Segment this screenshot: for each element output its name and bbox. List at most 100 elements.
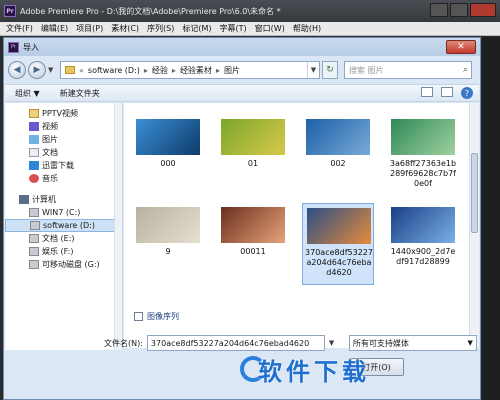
address-bar[interactable]: « software (D:) ▸ 经验 ▸ 经验素材 ▸ 图片 ▼ (60, 61, 320, 79)
breadcrumb-separator-icon[interactable]: ▸ (144, 66, 148, 75)
image-sequence-checkbox[interactable] (134, 312, 143, 321)
file-list-scrollbar[interactable] (469, 103, 479, 348)
filename-dropdown-icon[interactable]: ▼ (329, 339, 339, 347)
file-item[interactable]: 3a68ff27363e1b289f69628c7b7f0e0f (387, 115, 459, 197)
sidebar-item-label: WIN7 (C:) (42, 208, 81, 217)
sidebar-item-computer[interactable]: 计算机 (5, 193, 122, 206)
download-icon (29, 161, 39, 170)
computer-icon (19, 195, 29, 204)
sidebar-scrollbar[interactable] (114, 103, 122, 350)
menu-edit[interactable]: 编辑(E) (37, 23, 72, 34)
file-item[interactable]: 002 (302, 115, 374, 197)
dialog-titlebar: Pr 导入 ✕ (4, 38, 480, 56)
file-name: 1440x900_2d7edf917d28899 (390, 247, 456, 266)
sidebar-item-drive-e[interactable]: 文档 (E:) (5, 232, 122, 245)
menu-project[interactable]: 项目(P) (72, 23, 107, 34)
file-item[interactable]: 9 (132, 203, 204, 285)
address-dropdown-icon[interactable]: ▼ (307, 62, 319, 78)
file-thumbnail (221, 207, 285, 243)
file-name: 00011 (240, 247, 266, 256)
search-input[interactable]: 搜索 图片 ⌕ (344, 61, 472, 79)
dialog-close-button[interactable]: ✕ (446, 40, 476, 54)
image-sequence-option: 图像序列 (134, 311, 179, 322)
app-window-controls (430, 3, 496, 17)
filename-row: 文件名(N): 370ace8df53227a204d64c76ebad4620… (104, 335, 477, 351)
sidebar-item-videos[interactable]: 视频 (5, 120, 122, 133)
file-type-value: 所有可支持媒体 (352, 338, 409, 348)
filename-input[interactable]: 370ace8df53227a204d64c76ebad4620 (146, 335, 325, 351)
filename-value: 370ace8df53227a204d64c76ebad4620 (150, 338, 310, 348)
sidebar-item-music[interactable]: 音乐 (5, 172, 122, 185)
view-options-icon[interactable] (421, 87, 433, 97)
minimize-button[interactable] (430, 3, 448, 17)
file-thumbnail (391, 119, 455, 155)
drive-icon (30, 221, 40, 230)
breadcrumb-separator-icon[interactable]: ▸ (216, 66, 220, 75)
sidebar-item-drive-d[interactable]: software (D:) (5, 219, 122, 232)
menu-clip[interactable]: 素材(C) (107, 23, 143, 34)
sidebar-item-drive-g[interactable]: 可移动磁盘 (G:) (5, 258, 122, 271)
app-close-button[interactable] (470, 3, 496, 17)
app-title: Adobe Premiere Pro - D:\我的文档\Adobe\Premi… (20, 6, 281, 16)
new-folder-button[interactable]: 新建文件夹 (60, 88, 100, 99)
back-arrow-icon[interactable]: ◀ (8, 61, 26, 79)
breadcrumb-drive[interactable]: software (D:) (88, 66, 140, 75)
forward-arrow-icon[interactable]: ▶ (28, 61, 46, 79)
menu-marker[interactable]: 标记(M) (178, 23, 215, 34)
file-item-selected[interactable]: 370ace8df53227a204d64c76ebad4620 (302, 203, 374, 285)
sidebar-item-xunlei[interactable]: 迅雷下载 (5, 159, 122, 172)
breadcrumb-separator-icon[interactable]: ▸ (172, 66, 176, 75)
music-icon (29, 174, 39, 183)
file-thumbnail (307, 208, 371, 244)
picture-library-icon (29, 135, 39, 144)
file-item[interactable]: 000 (132, 115, 204, 197)
video-library-icon (29, 122, 39, 131)
file-thumbnail (306, 119, 370, 155)
sidebar-item-label: PPTV视频 (42, 109, 79, 118)
filename-label: 文件名(N): (104, 338, 143, 348)
sidebar-item-drive-c[interactable]: WIN7 (C:) (5, 206, 122, 219)
breadcrumb-folder-pictures[interactable]: 图片 (224, 65, 240, 76)
history-dropdown-icon[interactable]: ▼ (48, 66, 56, 74)
breadcrumb-separator-icon[interactable]: « (79, 66, 84, 75)
organize-button[interactable]: 组织 ▼ (15, 88, 40, 99)
image-sequence-label: 图像序列 (147, 312, 179, 321)
file-item[interactable]: 01 (217, 115, 289, 197)
sidebar-item-pictures[interactable]: 图片 (5, 133, 122, 146)
maximize-button[interactable] (450, 3, 468, 17)
sidebar-item-label: 文档 (42, 148, 58, 157)
preview-pane-icon[interactable] (441, 87, 453, 97)
breadcrumb-folder-jingyan[interactable]: 经验 (152, 65, 168, 76)
premiere-logo-icon: Pr (4, 5, 16, 17)
file-type-select[interactable]: 所有可支持媒体 ▼ (348, 335, 477, 351)
dialog-title: 导入 (23, 42, 39, 52)
drive-icon (29, 208, 39, 217)
sidebar-item-label: 迅雷下载 (42, 161, 74, 170)
file-item[interactable]: 1440x900_2d7edf917d28899 (387, 203, 459, 285)
sidebar-item-drive-f[interactable]: 娱乐 (F:) (5, 245, 122, 258)
scrollbar-thumb[interactable] (471, 153, 478, 233)
file-name: 000 (160, 159, 176, 168)
document-library-icon (29, 148, 39, 157)
sidebar-item-label: 视频 (42, 122, 58, 131)
app-menubar: 文件(F) 编辑(E) 项目(P) 素材(C) 序列(S) 标记(M) 字幕(T… (0, 22, 500, 36)
refresh-icon[interactable]: ↻ (322, 61, 338, 79)
menu-window[interactable]: 窗口(W) (251, 23, 289, 34)
help-icon[interactable]: ? (461, 87, 473, 99)
sidebar-item-label: 可移动磁盘 (G:) (42, 260, 100, 269)
menu-file[interactable]: 文件(F) (2, 23, 37, 34)
file-name: 01 (247, 159, 259, 168)
breadcrumb-folder-sucai[interactable]: 经验素材 (180, 65, 212, 76)
file-thumbnail (136, 207, 200, 243)
menu-title[interactable]: 字幕(T) (216, 23, 251, 34)
sidebar-item-pptv[interactable]: PPTV视频 (5, 107, 122, 120)
menu-sequence[interactable]: 序列(S) (143, 23, 178, 34)
sidebar-item-label: 文档 (E:) (42, 234, 75, 243)
premiere-logo-icon: Pr (8, 41, 19, 53)
search-placeholder: 搜索 图片 (349, 65, 384, 75)
navigation-pane: PPTV视频 视频 图片 文档 迅雷下载 音乐 计算机 WIN7 (C:) so… (5, 103, 123, 350)
sidebar-item-documents[interactable]: 文档 (5, 146, 122, 159)
menu-help[interactable]: 帮助(H) (289, 23, 325, 34)
file-item[interactable]: 00011 (217, 203, 289, 285)
file-name: 9 (165, 247, 171, 256)
